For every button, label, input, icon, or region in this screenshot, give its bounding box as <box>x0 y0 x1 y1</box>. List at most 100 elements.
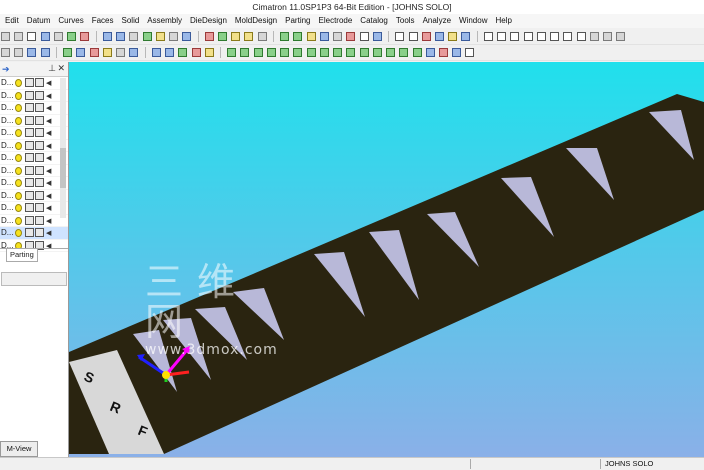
toolbar-button-icon[interactable] <box>448 32 458 41</box>
toolbar-button-icon[interactable] <box>1 48 10 57</box>
toolbar-button-icon[interactable] <box>319 48 329 57</box>
lightbulb-icon[interactable] <box>15 141 22 150</box>
speaker-icon[interactable]: ◀ <box>46 129 51 137</box>
speaker-icon[interactable]: ◀ <box>46 154 51 162</box>
toolbar-button-icon[interactable] <box>155 32 165 41</box>
tree-row[interactable]: D... ◀ <box>0 152 68 165</box>
menu-molddesign[interactable]: MoldDesign <box>231 14 281 28</box>
toolbar-button-icon[interactable] <box>346 32 356 41</box>
speaker-icon[interactable]: ◀ <box>46 217 51 225</box>
menu-parting[interactable]: Parting <box>281 14 314 28</box>
toolbar-button-icon[interactable] <box>372 32 382 41</box>
tree-row[interactable]: D... ◀ <box>0 190 68 202</box>
toolbar-button-icon[interactable] <box>217 32 227 41</box>
layer-icon[interactable] <box>25 215 34 225</box>
toolbar-button-icon[interactable] <box>27 32 37 41</box>
tree-row[interactable]: D... ◀ <box>0 90 68 102</box>
layer-icon[interactable] <box>25 103 34 112</box>
layer-icon[interactable] <box>35 178 44 187</box>
toolbar-button-icon[interactable] <box>204 48 214 57</box>
toolbar-button-icon[interactable] <box>386 48 396 57</box>
toolbar-button-icon[interactable] <box>412 48 422 57</box>
tree-row[interactable]: D... ◀ <box>0 115 68 127</box>
line-icon[interactable] <box>497 32 507 41</box>
toolbar-button-icon[interactable] <box>142 32 152 41</box>
speaker-icon[interactable]: ◀ <box>46 117 51 125</box>
tree-row[interactable]: D... ◀ <box>0 102 68 115</box>
toolbar-button-icon[interactable] <box>306 48 316 57</box>
layer-icon[interactable] <box>25 203 34 212</box>
lightbulb-icon[interactable] <box>15 129 22 137</box>
layer-icon[interactable] <box>35 115 44 125</box>
lightbulb-icon[interactable] <box>15 154 22 162</box>
menu-curves[interactable]: Curves <box>54 14 87 28</box>
menu-solid[interactable]: Solid <box>118 14 144 28</box>
toolbar-button-icon[interactable] <box>169 32 179 41</box>
m-view-button[interactable]: M-View <box>0 441 38 457</box>
lightbulb-icon[interactable] <box>244 32 254 41</box>
panel-field[interactable] <box>1 272 67 286</box>
toolbar-button-icon[interactable] <box>461 32 471 41</box>
lightbulb-icon[interactable] <box>15 116 22 125</box>
tree-row[interactable]: D... ◀ <box>0 202 68 215</box>
toolbar-button-icon[interactable] <box>395 32 405 41</box>
menu-diedesign[interactable]: DieDesign <box>186 14 231 28</box>
speaker-icon[interactable]: ◀ <box>46 92 51 100</box>
arrow-right-icon[interactable]: ➔ <box>2 64 10 75</box>
toolbar-button-icon[interactable] <box>253 48 263 57</box>
toolbar-button-icon[interactable] <box>14 48 24 57</box>
layer-icon[interactable] <box>25 190 34 200</box>
toolbar-button-icon[interactable] <box>116 48 126 57</box>
tree-row[interactable]: D... ◀ <box>0 165 68 177</box>
layer-icon[interactable] <box>35 190 44 200</box>
toolbar-button-icon[interactable] <box>14 32 24 41</box>
toolbar-button-icon[interactable] <box>129 48 139 57</box>
line-icon[interactable] <box>536 32 546 41</box>
lightbulb-icon[interactable] <box>15 79 22 87</box>
layer-icon[interactable] <box>35 78 44 87</box>
toolbar-button-icon[interactable] <box>76 48 86 57</box>
toolbar-button-icon[interactable] <box>438 48 448 57</box>
toolbar-button-icon[interactable] <box>151 48 161 57</box>
tree-row[interactable]: D... ◀ <box>0 177 68 190</box>
toolbar-button-icon[interactable] <box>191 48 201 57</box>
toolbar-button-icon[interactable] <box>399 48 409 57</box>
lightbulb-icon[interactable] <box>15 216 22 225</box>
toolbar-button-icon[interactable] <box>589 32 599 41</box>
layer-icon[interactable] <box>25 128 34 137</box>
lightbulb-icon[interactable] <box>15 191 22 200</box>
layer-icon[interactable] <box>35 140 44 150</box>
toolbar-button-icon[interactable] <box>346 48 356 57</box>
tree-row[interactable]: D... ◀ <box>0 140 68 152</box>
toolbar-button-icon[interactable] <box>102 32 112 41</box>
toolbar-button-icon[interactable] <box>452 48 462 57</box>
layer-icon[interactable] <box>25 78 34 87</box>
toolbar-button-icon[interactable] <box>280 48 290 57</box>
tab-parting[interactable]: Parting <box>6 249 38 262</box>
tree-row-selected[interactable]: D... ◀ <box>0 227 68 240</box>
toolbar-button-icon[interactable] <box>603 32 613 41</box>
line-icon[interactable] <box>550 32 560 41</box>
lightbulb-icon[interactable] <box>15 91 22 100</box>
speaker-icon[interactable]: ◀ <box>46 167 51 175</box>
toolbar-button-icon[interactable] <box>616 32 626 41</box>
toolbar-button-icon[interactable] <box>80 32 90 41</box>
toolbar-button-icon[interactable] <box>306 32 316 41</box>
lightbulb-icon[interactable] <box>15 204 22 212</box>
toolbar-button-icon[interactable] <box>293 48 303 57</box>
toolbar-button-icon[interactable] <box>465 48 475 57</box>
close-icon[interactable]: ✕ <box>57 63 65 74</box>
circle-icon[interactable] <box>523 32 533 41</box>
menu-catalog[interactable]: Catalog <box>356 14 392 28</box>
layer-icon[interactable] <box>35 103 44 112</box>
menu-faces[interactable]: Faces <box>88 14 118 28</box>
menu-tools[interactable]: Tools <box>392 14 419 28</box>
layer-icon[interactable] <box>25 165 34 175</box>
layer-icon[interactable] <box>25 153 34 162</box>
speaker-icon[interactable]: ◀ <box>46 142 51 150</box>
lightbulb-icon[interactable] <box>15 104 22 112</box>
toolbar-button-icon[interactable] <box>178 48 188 57</box>
toolbar-button-icon[interactable] <box>333 32 343 41</box>
menu-datum[interactable]: Datum <box>23 14 55 28</box>
speaker-icon[interactable]: ◀ <box>46 79 51 87</box>
